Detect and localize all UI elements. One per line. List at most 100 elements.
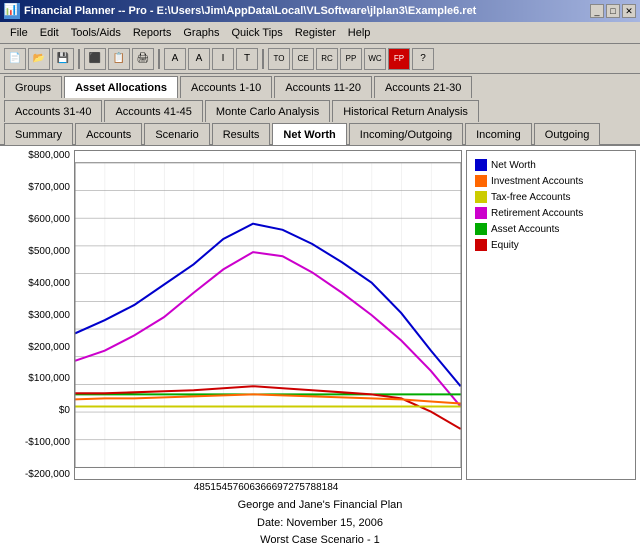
y-label-100k: $100,000 [28, 373, 70, 384]
tab-groups[interactable]: Groups [4, 76, 62, 98]
tab-net-worth[interactable]: Net Worth [272, 123, 346, 145]
chart-svg [75, 151, 461, 479]
footer-line1: George and Jane's Financial Plan [238, 497, 403, 515]
tool-new[interactable]: 📄 [4, 48, 26, 70]
tab-summary[interactable]: Summary [4, 123, 73, 145]
y-label-800k: $800,000 [28, 150, 70, 161]
tab-historical-return[interactable]: Historical Return Analysis [332, 100, 479, 122]
footer-line3: Worst Case Scenario - 1 [238, 532, 403, 550]
tool-1[interactable]: ⬛ [84, 48, 106, 70]
close-button[interactable]: ✕ [622, 4, 636, 18]
menu-reports[interactable]: Reports [127, 25, 178, 41]
legend-equity: Equity [475, 239, 627, 251]
legend-label-investment: Investment Accounts [491, 176, 583, 187]
tab-scenario[interactable]: Scenario [144, 123, 209, 145]
x-label-66: 66 [260, 482, 271, 493]
x-label-78: 78 [305, 482, 316, 493]
menu-edit[interactable]: Edit [34, 25, 65, 41]
y-label-0: $0 [59, 405, 70, 416]
x-label-63: 63 [249, 482, 260, 493]
main-content: $800,000 $700,000 $600,000 $500,000 $400… [0, 146, 640, 554]
tool-11[interactable]: PP [340, 48, 362, 70]
tab-accounts-1-10[interactable]: Accounts 1-10 [180, 76, 272, 98]
menu-register[interactable]: Register [289, 25, 342, 41]
window-controls[interactable]: _ □ ✕ [590, 4, 636, 18]
y-label-neg100k: -$100,000 [25, 437, 70, 448]
legend-taxfree: Tax-free Accounts [475, 191, 627, 203]
menu-bar: File Edit Tools/Aids Reports Graphs Quic… [0, 22, 640, 44]
chart-container: $800,000 $700,000 $600,000 $500,000 $400… [4, 150, 636, 480]
legend-label-retirement: Retirement Accounts [491, 208, 583, 219]
tab-accounts-21-30[interactable]: Accounts 21-30 [374, 76, 472, 98]
tab-outgoing[interactable]: Outgoing [534, 123, 601, 145]
tool-9[interactable]: CE [292, 48, 314, 70]
menu-file[interactable]: File [4, 25, 34, 41]
y-label-500k: $500,000 [28, 246, 70, 257]
tool-save[interactable]: 💾 [52, 48, 74, 70]
tab-row: Summary Accounts Scenario Results Net Wo… [0, 122, 640, 146]
tab-accounts-41-45[interactable]: Accounts 41-45 [104, 100, 202, 122]
footer-line2: Date: November 15, 2006 [238, 515, 403, 533]
tool-sep-3 [262, 49, 264, 69]
tool-4[interactable]: A [164, 48, 186, 70]
legend-label-asset: Asset Accounts [491, 224, 559, 235]
minimize-button[interactable]: _ [590, 4, 604, 18]
tool-12[interactable]: WC [364, 48, 386, 70]
tool-10[interactable]: RC [316, 48, 338, 70]
tool-14[interactable]: ? [412, 48, 434, 70]
legend-color-equity [475, 239, 487, 251]
y-label-400k: $400,000 [28, 278, 70, 289]
y-label-300k: $300,000 [28, 310, 70, 321]
x-label-51: 51 [205, 482, 216, 493]
tab-accounts-11-20[interactable]: Accounts 11-20 [274, 76, 372, 98]
legend-label-net-worth: Net Worth [491, 160, 536, 171]
menu-help[interactable]: Help [342, 25, 377, 41]
x-label-48: 48 [194, 482, 205, 493]
x-label-54: 54 [216, 482, 227, 493]
tab-asset-allocations[interactable]: Asset Allocations [64, 76, 178, 98]
tab-accounts-31-40[interactable]: Accounts 31-40 [4, 100, 102, 122]
chart-legend: Net Worth Investment Accounts Tax-free A… [466, 150, 636, 480]
menu-graphs[interactable]: Graphs [177, 25, 225, 41]
nav-row-2: Accounts 31-40 Accounts 41-45 Monte Carl… [0, 98, 640, 122]
legend-retirement: Retirement Accounts [475, 207, 627, 219]
x-label-81: 81 [316, 482, 327, 493]
legend-color-taxfree [475, 191, 487, 203]
menu-tools[interactable]: Tools/Aids [65, 25, 127, 41]
tool-13[interactable]: FP [388, 48, 410, 70]
maximize-button[interactable]: □ [606, 4, 620, 18]
x-axis: 48 51 54 57 60 63 66 69 72 75 78 81 84 [124, 480, 517, 493]
x-label-69: 69 [272, 482, 283, 493]
tool-3[interactable]: 🖨 [132, 48, 154, 70]
y-label-200k: $200,000 [28, 342, 70, 353]
legend-color-asset [475, 223, 487, 235]
tool-open[interactable]: 📂 [28, 48, 50, 70]
tab-monte-carlo[interactable]: Monte Carlo Analysis [205, 100, 330, 122]
app-icon: 📊 [4, 3, 20, 19]
tab-results[interactable]: Results [212, 123, 271, 145]
y-label-neg200k: -$200,000 [25, 469, 70, 480]
x-label-57: 57 [227, 482, 238, 493]
y-label-700k: $700,000 [28, 182, 70, 193]
x-label-72: 72 [283, 482, 294, 493]
tab-incoming-outgoing[interactable]: Incoming/Outgoing [349, 123, 463, 145]
legend-net-worth: Net Worth [475, 159, 627, 171]
x-label-84: 84 [327, 482, 338, 493]
tool-5[interactable]: A [188, 48, 210, 70]
menu-quicktips[interactable]: Quick Tips [225, 25, 288, 41]
tool-8[interactable]: TO [268, 48, 290, 70]
tool-sep-2 [158, 49, 160, 69]
y-axis: $800,000 $700,000 $600,000 $500,000 $400… [4, 150, 74, 480]
toolbar: 📄 📂 💾 ⬛ 📋 🖨 A A I T TO CE RC PP WC FP ? [0, 44, 640, 74]
legend-asset: Asset Accounts [475, 223, 627, 235]
tab-incoming[interactable]: Incoming [465, 123, 532, 145]
tool-6[interactable]: I [212, 48, 234, 70]
legend-color-investment [475, 175, 487, 187]
y-label-600k: $600,000 [28, 214, 70, 225]
tool-2[interactable]: 📋 [108, 48, 130, 70]
tab-accounts[interactable]: Accounts [75, 123, 142, 145]
nav-row-1: Groups Asset Allocations Accounts 1-10 A… [0, 74, 640, 98]
tool-7[interactable]: T [236, 48, 258, 70]
legend-label-taxfree: Tax-free Accounts [491, 192, 570, 203]
x-label-75: 75 [294, 482, 305, 493]
